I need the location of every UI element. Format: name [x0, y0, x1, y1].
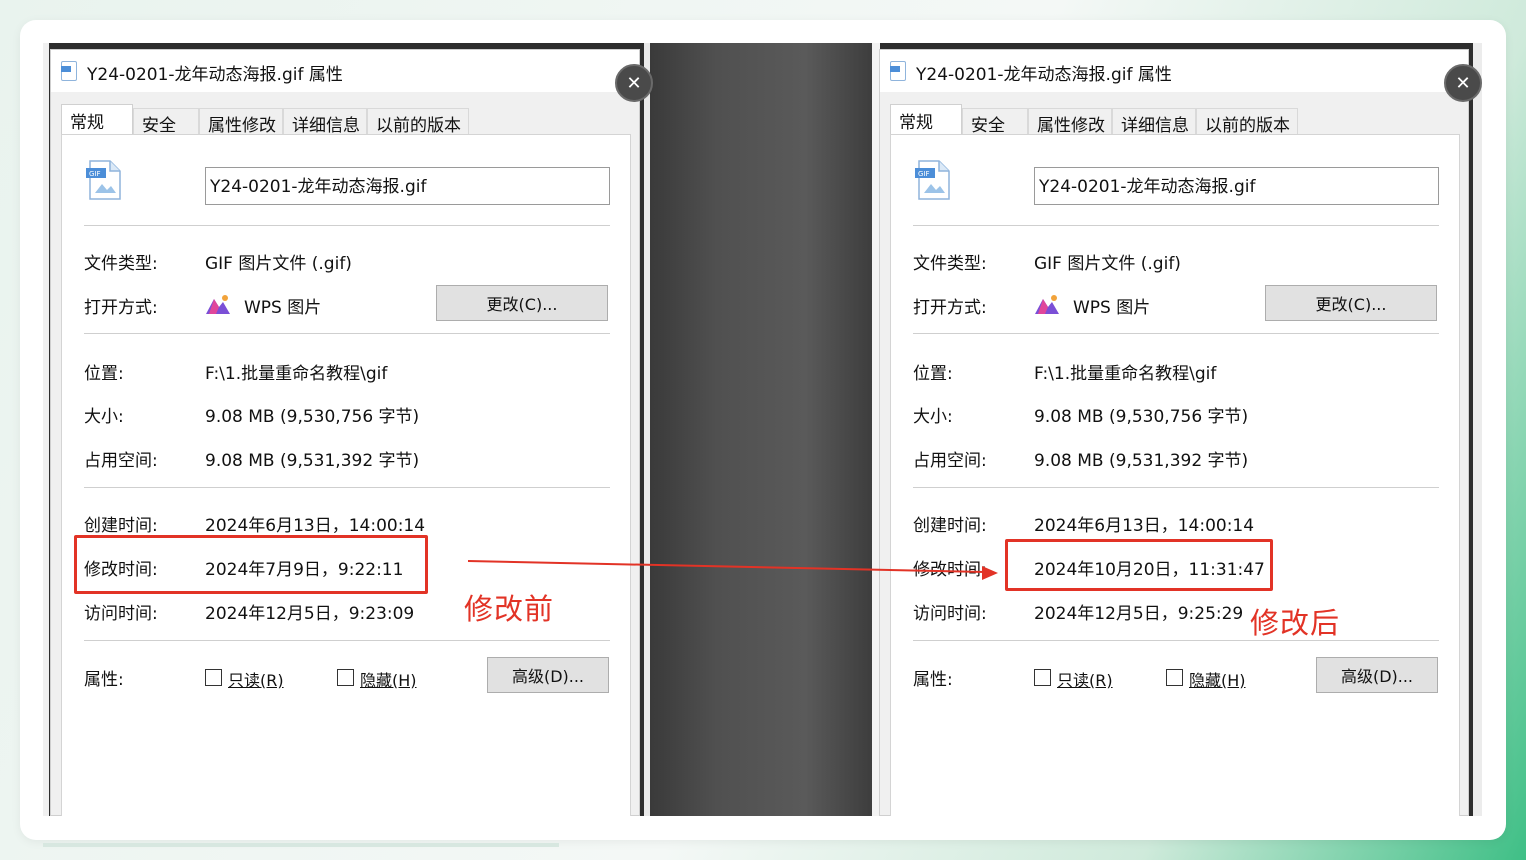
tab-security[interactable]: 安全 [962, 108, 1028, 136]
size-on-disk-label: 占用空间: [84, 451, 158, 471]
wps-pictures-icon [1035, 295, 1059, 314]
size-value: 9.08 MB (9,530,756 字节) [1034, 407, 1249, 427]
file-type-label: 文件类型: [913, 254, 987, 274]
accessed-label: 访问时间: [913, 604, 987, 624]
divider [913, 640, 1439, 641]
general-panel: GIF Y24-0201-龙年动态海报.gif 文件类型: GIF 图片文件 (… [61, 134, 631, 816]
gif-file-icon [61, 61, 77, 81]
gif-file-icon [890, 61, 906, 81]
desktop-gap [650, 43, 872, 816]
open-with-label: 打开方式: [84, 298, 158, 318]
advanced-button[interactable]: 高级(D)... [487, 657, 609, 693]
divider [84, 640, 610, 641]
properties-dialog-after: Y24-0201-龙年动态海报.gif 属性 ✕ 常规 安全 属性修改 详细信息… [879, 49, 1482, 816]
decorative-bar [43, 843, 559, 847]
background-window-edge [644, 43, 650, 816]
size-on-disk-label: 占用空间: [913, 451, 987, 471]
gif-file-icon: GIF [915, 160, 950, 200]
accessed-value: 2024年12月5日，9:25:29 [1034, 604, 1244, 624]
readonly-label[interactable]: 只读(R) [228, 667, 284, 691]
tab-bar: 常规 安全 属性修改 详细信息 以前的版本 [890, 104, 1460, 138]
file-type-value: GIF 图片文件 (.gif) [1034, 254, 1181, 274]
created-label: 创建时间: [913, 516, 987, 536]
divider [913, 333, 1439, 334]
tab-general[interactable]: 常规 [890, 104, 962, 138]
hidden-checkbox[interactable] [1166, 669, 1183, 686]
created-value: 2024年6月13日，14:00:14 [205, 516, 426, 536]
hidden-label[interactable]: 隐藏(H) [360, 667, 417, 691]
location-label: 位置: [913, 364, 953, 384]
tab-details[interactable]: 详细信息 [1112, 108, 1196, 136]
properties-dialog-before: Y24-0201-龙年动态海报.gif 属性 ✕ 常规 安全 属性修改 详细信息… [50, 49, 653, 816]
tab-attribute-modify[interactable]: 属性修改 [199, 108, 283, 136]
divider [913, 487, 1439, 488]
readonly-checkbox[interactable] [1034, 669, 1051, 686]
attributes-label: 属性: [84, 670, 124, 690]
general-panel: GIF Y24-0201-龙年动态海报.gif 文件类型: GIF 图片文件 (… [890, 134, 1460, 816]
size-label: 大小: [913, 407, 953, 427]
file-type-label: 文件类型: [84, 254, 158, 274]
wps-pictures-icon [206, 295, 230, 314]
divider [913, 225, 1439, 226]
change-button[interactable]: 更改(C)... [436, 285, 608, 321]
highlight-box-after [1005, 539, 1273, 591]
tab-general[interactable]: 常规 [61, 104, 133, 138]
modified-label: 修改时间: [913, 560, 987, 580]
advanced-button[interactable]: 高级(D)... [1316, 657, 1438, 693]
file-name-input[interactable]: Y24-0201-龙年动态海报.gif [205, 167, 610, 205]
background-window-edge [43, 43, 49, 816]
location-value: F:\1.批量重命名教程\gif [1034, 364, 1217, 384]
tab-attribute-modify[interactable]: 属性修改 [1028, 108, 1112, 136]
accessed-label: 访问时间: [84, 604, 158, 624]
svg-text:GIF: GIF [89, 170, 101, 178]
file-type-value: GIF 图片文件 (.gif) [205, 254, 352, 274]
close-icon[interactable]: ✕ [615, 64, 653, 102]
tab-security[interactable]: 安全 [133, 108, 199, 136]
divider [84, 487, 610, 488]
tab-bar: 常规 安全 属性修改 详细信息 以前的版本 [61, 104, 631, 138]
size-value: 9.08 MB (9,530,756 字节) [205, 407, 420, 427]
created-value: 2024年6月13日，14:00:14 [1034, 516, 1255, 536]
screenshot-area: Y24-0201-龙年动态海报.gif 属性 ✕ 常规 安全 属性修改 详细信息… [43, 43, 1482, 816]
window-title: Y24-0201-龙年动态海报.gif 属性 [916, 65, 1172, 85]
attributes-label: 属性: [913, 670, 953, 690]
location-label: 位置: [84, 364, 124, 384]
open-with-label: 打开方式: [913, 298, 987, 318]
hidden-checkbox[interactable] [337, 669, 354, 686]
svg-text:GIF: GIF [918, 170, 930, 178]
close-icon[interactable]: ✕ [1444, 64, 1482, 102]
highlight-box-before [74, 535, 428, 594]
tab-previous-versions[interactable]: 以前的版本 [1196, 108, 1298, 136]
readonly-label[interactable]: 只读(R) [1057, 667, 1113, 691]
accessed-value: 2024年12月5日，9:23:09 [205, 604, 415, 624]
size-on-disk-value: 9.08 MB (9,531,392 字节) [1034, 451, 1249, 471]
divider [84, 333, 610, 334]
hidden-label[interactable]: 隐藏(H) [1189, 667, 1246, 691]
open-with-value: WPS 图片 [244, 298, 322, 318]
annotation-after: 修改后 [1250, 606, 1341, 640]
divider [84, 225, 610, 226]
tab-previous-versions[interactable]: 以前的版本 [367, 108, 469, 136]
size-label: 大小: [84, 407, 124, 427]
title-bar[interactable]: Y24-0201-龙年动态海报.gif 属性 ✕ [880, 50, 1482, 102]
background-window-edge [1473, 43, 1482, 816]
change-button[interactable]: 更改(C)... [1265, 285, 1437, 321]
file-name-input[interactable]: Y24-0201-龙年动态海报.gif [1034, 167, 1439, 205]
title-bar[interactable]: Y24-0201-龙年动态海报.gif 属性 ✕ [51, 50, 653, 102]
location-value: F:\1.批量重命名教程\gif [205, 364, 388, 384]
created-label: 创建时间: [84, 516, 158, 536]
annotation-before: 修改前 [464, 592, 555, 626]
open-with-value: WPS 图片 [1073, 298, 1151, 318]
gif-file-icon: GIF [86, 160, 121, 200]
readonly-checkbox[interactable] [205, 669, 222, 686]
size-on-disk-value: 9.08 MB (9,531,392 字节) [205, 451, 420, 471]
window-title: Y24-0201-龙年动态海报.gif 属性 [87, 65, 343, 85]
tab-details[interactable]: 详细信息 [283, 108, 367, 136]
